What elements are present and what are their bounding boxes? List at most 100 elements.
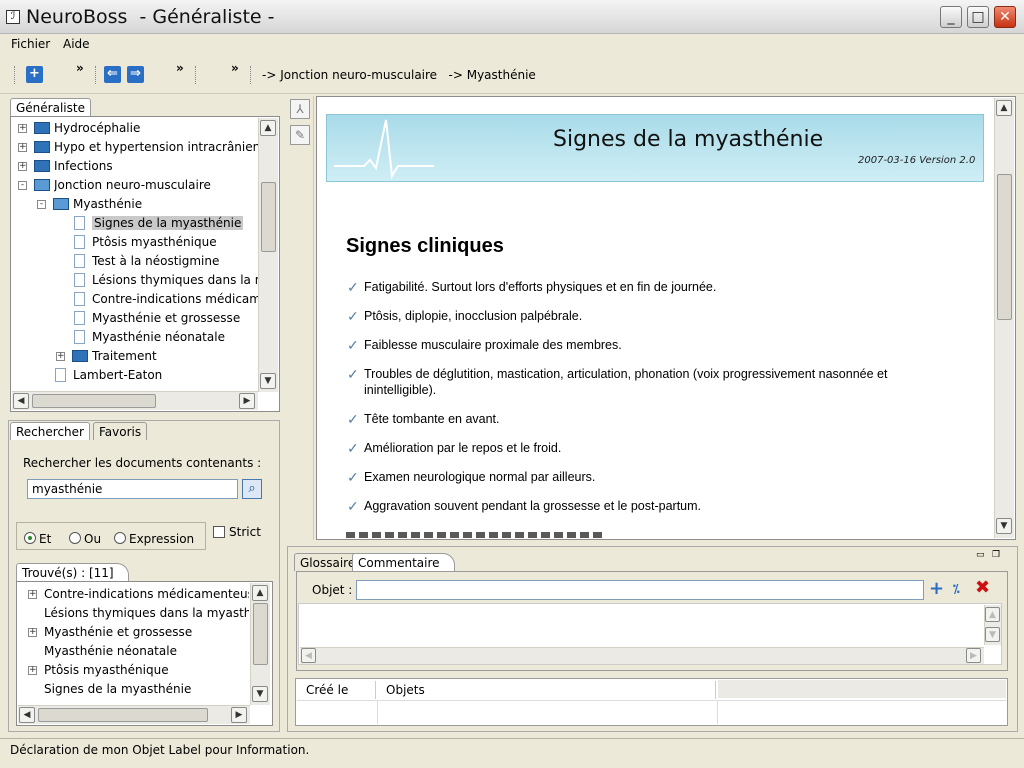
radio-expression[interactable] — [114, 532, 126, 544]
add-icon[interactable]: + — [26, 66, 43, 83]
scroll-right-icon[interactable]: ▶ — [966, 648, 981, 663]
scroll-thumb[interactable] — [32, 394, 156, 408]
document-icon — [74, 216, 85, 230]
scroll-down-icon[interactable]: ▼ — [996, 518, 1012, 534]
tree-item[interactable]: Myasthénie néonatale — [92, 328, 225, 347]
scroll-thumb[interactable] — [261, 182, 276, 252]
scroll-thumb[interactable] — [38, 708, 208, 722]
collapse-icon[interactable]: ⅄ — [290, 99, 310, 119]
tab-generaliste[interactable]: Généraliste — [10, 98, 91, 116]
result-item[interactable]: Contre-indications médicamenteuses — [44, 585, 249, 604]
tree-item-label: Traitement — [92, 349, 157, 363]
tab-rechercher[interactable]: Rechercher — [10, 422, 90, 440]
document-vscrollbar[interactable]: ▲ ▼ — [994, 98, 1014, 538]
scroll-thumb[interactable] — [253, 603, 268, 665]
results-vscrollbar[interactable]: ▲ ▼ — [250, 583, 270, 705]
scroll-up-icon[interactable]: ▲ — [996, 100, 1012, 116]
scroll-left-icon[interactable]: ◀ — [19, 707, 35, 723]
collapse-icon[interactable]: - — [18, 181, 27, 190]
delete-icon[interactable]: ✖ — [975, 578, 990, 598]
minimize-button[interactable]: _ — [940, 6, 962, 28]
bullet-text: Ptôsis, diplopie, inocclusion palpébrale… — [364, 309, 583, 323]
menu-aide[interactable]: Aide — [63, 37, 90, 51]
radio-expression-label[interactable]: Expression — [129, 532, 194, 546]
restore-panel-icon[interactable]: ❐ — [992, 550, 1000, 560]
tree-item[interactable]: Hypo et hypertension intracrânienne — [54, 138, 258, 157]
maximize-button[interactable]: □ — [967, 6, 989, 28]
radio-ou[interactable] — [69, 532, 81, 544]
tree-vscrollbar[interactable]: ▲ ▼ — [258, 118, 278, 392]
collapse-icon[interactable]: - — [37, 200, 46, 209]
tree-item[interactable]: Infections — [54, 157, 113, 176]
tree-item[interactable]: Jonction neuro-musculaire — [54, 176, 211, 195]
tree-hscrollbar[interactable]: ◀ ▶ — [12, 391, 258, 410]
tab-favoris[interactable]: Favoris — [93, 422, 148, 440]
menu-fichier[interactable]: Fichier — [11, 37, 50, 51]
result-item[interactable]: Lésions thymiques dans la myasthén — [44, 604, 249, 623]
result-item[interactable]: Myasthénie et grossesse — [44, 623, 192, 642]
tree-item[interactable]: Hydrocéphalie — [54, 119, 140, 138]
tree-item[interactable]: Ptôsis myasthénique — [92, 233, 217, 252]
tree-item-label: Myasthénie — [73, 197, 143, 211]
tree-item[interactable]: Test à la néostigmine — [92, 252, 219, 271]
back-arrow-icon[interactable]: ⇐ — [104, 66, 121, 83]
document-icon — [74, 330, 85, 344]
search-input[interactable] — [27, 479, 238, 499]
scroll-left-icon[interactable]: ◀ — [301, 648, 316, 663]
results-hscrollbar[interactable]: ◀ ▶ — [18, 705, 250, 724]
tree-item[interactable]: Lésions thymiques dans la my — [92, 271, 258, 290]
minimize-panel-icon[interactable]: ▭ — [976, 550, 985, 560]
strict-checkbox[interactable] — [213, 526, 225, 538]
add-icon[interactable]: + — [929, 580, 944, 598]
expand-icon[interactable]: + — [56, 352, 65, 361]
tree-item[interactable]: Signes de la myasthénie — [92, 214, 244, 233]
scroll-down-icon[interactable]: ▼ — [985, 627, 1000, 642]
table-row-divider — [297, 700, 1006, 701]
toolbar-more-1[interactable]: » — [76, 61, 84, 75]
result-item[interactable]: Ptôsis myasthénique — [44, 661, 169, 680]
scroll-right-icon[interactable]: ▶ — [239, 393, 255, 409]
bullet-text: Tête tombante en avant. — [364, 412, 500, 426]
expand-icon[interactable]: + — [28, 628, 37, 637]
folder-icon — [34, 122, 50, 134]
scroll-down-icon[interactable]: ▼ — [252, 686, 268, 702]
comment-hscrollbar[interactable]: ◀ ▶ — [300, 647, 984, 664]
search-icon[interactable]: ⌕ — [242, 479, 262, 499]
column-header-cree-le[interactable]: Créé le — [300, 681, 376, 699]
expand-icon[interactable]: + — [28, 666, 37, 675]
toolbar-more-3[interactable]: » — [231, 61, 239, 75]
result-item[interactable]: Signes de la myasthénie — [44, 680, 191, 699]
result-item[interactable]: Myasthénie néonatale — [44, 642, 177, 661]
tree-item[interactable]: Traitement — [92, 347, 157, 366]
comment-vscrollbar[interactable]: ▲ ▼ — [984, 605, 1001, 645]
breadcrumb[interactable]: -> Jonction neuro-musculaire -> Myasthén… — [262, 68, 536, 82]
scroll-down-icon[interactable]: ▼ — [260, 373, 276, 389]
radio-et[interactable] — [24, 532, 36, 544]
scroll-up-icon[interactable]: ▲ — [985, 607, 1000, 622]
document-icon — [74, 292, 85, 306]
expand-icon[interactable]: + — [28, 590, 37, 599]
strict-label[interactable]: Strict — [229, 525, 261, 539]
tree-item[interactable]: Myasthénie et grossesse — [92, 309, 240, 328]
edit-icon[interactable]: ✎ — [290, 125, 310, 145]
forward-arrow-icon[interactable]: ⇒ — [127, 66, 144, 83]
percent-icon[interactable]: ⁒ — [953, 582, 960, 596]
expand-icon[interactable]: + — [18, 162, 27, 171]
object-input[interactable] — [356, 580, 924, 600]
close-button[interactable]: ✕ — [994, 6, 1016, 28]
radio-ou-label[interactable]: Ou — [84, 532, 101, 546]
column-header-objets[interactable]: Objets — [380, 681, 716, 699]
tree-item[interactable]: Lambert-Eaton — [73, 366, 162, 385]
expand-icon[interactable]: + — [18, 143, 27, 152]
scroll-up-icon[interactable]: ▲ — [260, 120, 276, 136]
scroll-thumb[interactable] — [997, 174, 1012, 320]
tab-commentaire[interactable]: Commentaire — [352, 553, 455, 571]
scroll-right-icon[interactable]: ▶ — [231, 707, 247, 723]
toolbar-more-2[interactable]: » — [176, 61, 184, 75]
expand-icon[interactable]: + — [18, 124, 27, 133]
radio-et-label[interactable]: Et — [39, 532, 51, 546]
scroll-left-icon[interactable]: ◀ — [13, 393, 29, 409]
scroll-up-icon[interactable]: ▲ — [252, 585, 268, 601]
tree-item[interactable]: Contre-indications médicame — [92, 290, 258, 309]
tree-item[interactable]: Myasthénie — [73, 195, 142, 214]
